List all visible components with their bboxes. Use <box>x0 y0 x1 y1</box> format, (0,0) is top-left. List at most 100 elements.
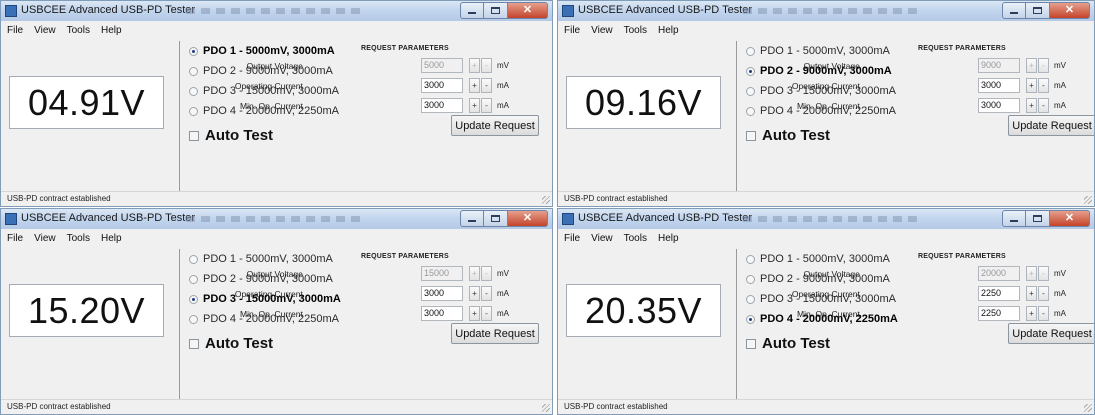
menu-view[interactable]: View <box>591 233 613 244</box>
radio-button[interactable] <box>746 274 755 284</box>
output-voltage-increment-button[interactable]: + <box>469 58 480 73</box>
output-voltage-decrement-button[interactable]: - <box>481 58 492 73</box>
auto-test-checkbox[interactable] <box>189 338 199 349</box>
minimize-button[interactable] <box>1002 210 1026 227</box>
output-voltage-field[interactable]: 20000 <box>978 266 1020 281</box>
menu-view[interactable]: View <box>591 25 613 36</box>
operating-current-field[interactable]: 3000 <box>978 78 1020 93</box>
menu-tools[interactable]: Tools <box>624 233 647 244</box>
pdo-option-1[interactable]: PDO 1 - 5000mV, 3000mA <box>189 41 339 61</box>
minimize-button[interactable] <box>1002 2 1026 19</box>
output-voltage-increment-button[interactable]: + <box>469 266 480 281</box>
output-voltage-increment-button[interactable]: + <box>1026 266 1037 281</box>
menu-help[interactable]: Help <box>658 233 679 244</box>
radio-button[interactable] <box>189 106 198 116</box>
auto-test-checkbox[interactable] <box>746 130 756 141</box>
resize-grip[interactable] <box>1084 196 1092 204</box>
title-bar[interactable]: USBCEE Advanced USB-PD Tester ✕ <box>1 209 552 229</box>
radio-button[interactable] <box>746 254 755 264</box>
auto-test-checkbox[interactable] <box>746 338 756 349</box>
title-bar[interactable]: USBCEE Advanced USB-PD Tester ✕ <box>558 1 1094 21</box>
maximize-button[interactable] <box>484 2 508 19</box>
operating-current-increment-button[interactable]: + <box>469 286 480 301</box>
min-op-current-field[interactable]: 3000 <box>978 98 1020 113</box>
radio-button[interactable] <box>746 46 755 56</box>
pdo-option-1[interactable]: PDO 1 - 5000mV, 3000mA <box>746 41 896 61</box>
menu-tools[interactable]: Tools <box>67 25 90 36</box>
radio-button[interactable] <box>746 106 755 116</box>
menu-tools[interactable]: Tools <box>624 25 647 36</box>
operating-current-increment-button[interactable]: + <box>1026 286 1037 301</box>
menu-view[interactable]: View <box>34 233 56 244</box>
update-request-button[interactable]: Update Request <box>1008 323 1094 344</box>
update-request-button[interactable]: Update Request <box>451 323 539 344</box>
operating-current-decrement-button[interactable]: - <box>481 78 492 93</box>
minimize-button[interactable] <box>460 210 484 227</box>
close-button[interactable]: ✕ <box>1050 210 1090 227</box>
menu-help[interactable]: Help <box>101 25 122 36</box>
min-op-current-increment-button[interactable]: + <box>469 98 480 113</box>
operating-current-decrement-button[interactable]: - <box>1038 78 1049 93</box>
menu-help[interactable]: Help <box>101 233 122 244</box>
menu-file[interactable]: File <box>564 233 580 244</box>
minimize-button[interactable] <box>460 2 484 19</box>
auto-test-checkbox[interactable] <box>189 130 199 141</box>
menu-view[interactable]: View <box>34 25 56 36</box>
min-op-current-decrement-button[interactable]: - <box>1038 98 1049 113</box>
maximize-button[interactable] <box>484 210 508 227</box>
menu-file[interactable]: File <box>7 25 23 36</box>
title-bar[interactable]: USBCEE Advanced USB-PD Tester ✕ <box>1 1 552 21</box>
close-button[interactable]: ✕ <box>508 2 548 19</box>
title-bar[interactable]: USBCEE Advanced USB-PD Tester ✕ <box>558 209 1094 229</box>
output-voltage-field[interactable]: 9000 <box>978 58 1020 73</box>
pdo-option-1[interactable]: PDO 1 - 5000mV, 3000mA <box>189 249 341 269</box>
min-op-current-field[interactable]: 2250 <box>978 306 1020 321</box>
auto-test-toggle[interactable]: Auto Test <box>189 127 273 144</box>
menu-tools[interactable]: Tools <box>67 233 90 244</box>
radio-button[interactable] <box>189 254 198 264</box>
radio-button[interactable] <box>189 274 198 284</box>
output-voltage-field[interactable]: 15000 <box>421 266 463 281</box>
min-op-current-field[interactable]: 3000 <box>421 306 463 321</box>
maximize-button[interactable] <box>1026 2 1050 19</box>
operating-current-decrement-button[interactable]: - <box>1038 286 1049 301</box>
update-request-button[interactable]: Update Request <box>1008 115 1094 136</box>
menu-help[interactable]: Help <box>658 25 679 36</box>
min-op-current-decrement-button[interactable]: - <box>481 306 492 321</box>
operating-current-decrement-button[interactable]: - <box>481 286 492 301</box>
resize-grip[interactable] <box>542 404 550 412</box>
radio-button[interactable] <box>189 314 198 324</box>
output-voltage-increment-button[interactable]: + <box>1026 58 1037 73</box>
operating-current-field[interactable]: 3000 <box>421 78 463 93</box>
maximize-button[interactable] <box>1026 210 1050 227</box>
close-button[interactable]: ✕ <box>1050 2 1090 19</box>
min-op-current-decrement-button[interactable]: - <box>1038 306 1049 321</box>
output-voltage-decrement-button[interactable]: - <box>481 266 492 281</box>
radio-button[interactable] <box>189 86 198 96</box>
resize-grip[interactable] <box>542 196 550 204</box>
radio-button[interactable] <box>189 294 198 304</box>
update-request-button[interactable]: Update Request <box>451 115 539 136</box>
radio-button[interactable] <box>746 294 755 304</box>
operating-current-increment-button[interactable]: + <box>469 78 480 93</box>
menu-file[interactable]: File <box>564 25 580 36</box>
min-op-current-increment-button[interactable]: + <box>1026 98 1037 113</box>
output-voltage-field[interactable]: 5000 <box>421 58 463 73</box>
min-op-current-field[interactable]: 3000 <box>421 98 463 113</box>
pdo-option-1[interactable]: PDO 1 - 5000mV, 3000mA <box>746 249 898 269</box>
radio-button[interactable] <box>746 314 755 324</box>
min-op-current-increment-button[interactable]: + <box>469 306 480 321</box>
radio-button[interactable] <box>189 66 198 76</box>
resize-grip[interactable] <box>1084 404 1092 412</box>
output-voltage-decrement-button[interactable]: - <box>1038 266 1049 281</box>
min-op-current-increment-button[interactable]: + <box>1026 306 1037 321</box>
auto-test-toggle[interactable]: Auto Test <box>746 127 830 144</box>
min-op-current-decrement-button[interactable]: - <box>481 98 492 113</box>
close-button[interactable]: ✕ <box>508 210 548 227</box>
radio-button[interactable] <box>746 66 755 76</box>
operating-current-field[interactable]: 2250 <box>978 286 1020 301</box>
auto-test-toggle[interactable]: Auto Test <box>746 335 830 352</box>
output-voltage-decrement-button[interactable]: - <box>1038 58 1049 73</box>
operating-current-increment-button[interactable]: + <box>1026 78 1037 93</box>
radio-button[interactable] <box>189 46 198 56</box>
